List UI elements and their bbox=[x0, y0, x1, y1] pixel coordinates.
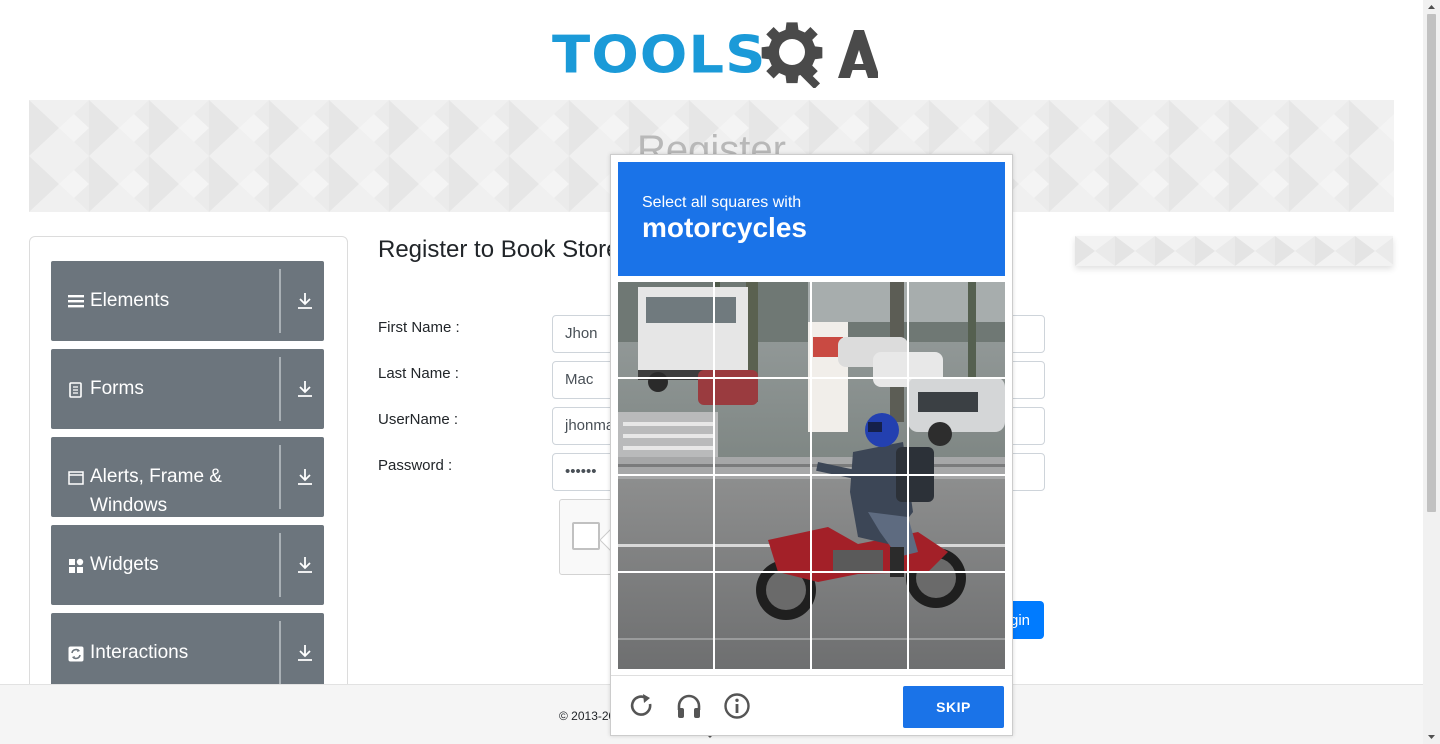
download-icon bbox=[298, 469, 312, 485]
skip-button[interactable]: SKIP bbox=[903, 686, 1004, 728]
first-name-label: First Name : bbox=[378, 319, 460, 336]
divider bbox=[279, 533, 281, 597]
challenge-image-grid bbox=[618, 282, 1005, 669]
scrollbar-thumb[interactable] bbox=[1427, 14, 1436, 512]
sidebar-group-alerts[interactable]: Alerts, Frame & Windows bbox=[51, 437, 324, 517]
challenge-prompt: Select all squares with bbox=[642, 194, 802, 211]
captcha-tile[interactable] bbox=[812, 573, 907, 668]
captcha-tile[interactable] bbox=[618, 379, 713, 474]
list-icon bbox=[68, 295, 84, 308]
page: TOOLS Register Elements Forms Alerts, Fr… bbox=[0, 0, 1440, 744]
captcha-tile[interactable] bbox=[715, 573, 810, 668]
ad-banner[interactable] bbox=[1075, 236, 1393, 266]
captcha-tile[interactable] bbox=[909, 476, 1004, 571]
info-icon[interactable] bbox=[723, 692, 751, 720]
sidebar-group-label: Elements bbox=[90, 290, 170, 311]
sidebar-group-label: Interactions bbox=[90, 642, 189, 663]
challenge-footer: SKIP bbox=[611, 675, 1012, 735]
captcha-tile[interactable] bbox=[812, 379, 907, 474]
sidebar-group-interactions[interactable]: Interactions bbox=[51, 613, 324, 693]
logo-qa-mark bbox=[761, 22, 878, 88]
sidebar-group-forms[interactable]: Forms bbox=[51, 349, 324, 429]
divider bbox=[279, 357, 281, 421]
sidebar-group-label: Forms bbox=[90, 378, 144, 399]
logo-text-tools: TOOLS bbox=[552, 25, 767, 86]
captcha-tile[interactable] bbox=[909, 282, 1004, 377]
download-icon bbox=[298, 381, 312, 397]
username-label: UserName : bbox=[378, 411, 459, 428]
scroll-down-arrow-icon[interactable] bbox=[1427, 733, 1436, 741]
captcha-tile[interactable] bbox=[715, 379, 810, 474]
interactions-icon bbox=[68, 646, 84, 662]
captcha-tile[interactable] bbox=[618, 573, 713, 668]
scroll-up-arrow-icon[interactable] bbox=[1427, 3, 1436, 11]
download-icon bbox=[298, 645, 312, 661]
divider bbox=[279, 269, 281, 333]
page-scrollbar[interactable] bbox=[1423, 0, 1440, 744]
ad-pattern bbox=[1075, 236, 1393, 266]
form-title: Register to Book Store bbox=[378, 236, 620, 263]
sidebar-group-elements[interactable]: Elements bbox=[51, 261, 324, 341]
download-icon bbox=[298, 293, 312, 309]
reload-icon[interactable] bbox=[628, 692, 656, 720]
password-label: Password : bbox=[378, 457, 453, 474]
window-icon bbox=[68, 471, 84, 485]
last-name-label: Last Name : bbox=[378, 365, 459, 382]
captcha-tile[interactable] bbox=[618, 282, 713, 377]
sidebar-group-label: Alerts, Frame & Windows bbox=[90, 466, 222, 516]
toolsqa-logo[interactable]: TOOLS bbox=[552, 14, 878, 90]
captcha-tile[interactable] bbox=[909, 573, 1004, 668]
challenge-header: Select all squares with motorcycles bbox=[618, 162, 1005, 276]
captcha-tile[interactable] bbox=[618, 476, 713, 571]
widgets-icon bbox=[69, 558, 84, 573]
sidebar-group-widgets[interactable]: Widgets bbox=[51, 525, 324, 605]
challenge-target: motorcycles bbox=[642, 212, 807, 243]
divider bbox=[279, 445, 281, 509]
download-icon bbox=[298, 557, 312, 573]
captcha-tile[interactable] bbox=[812, 476, 907, 571]
headphones-icon[interactable] bbox=[675, 692, 703, 720]
sidebar: Elements Forms Alerts, Frame & Windows W… bbox=[29, 236, 348, 706]
document-icon bbox=[69, 382, 82, 398]
captcha-tile[interactable] bbox=[715, 476, 810, 571]
recaptcha-checkbox[interactable] bbox=[572, 522, 600, 550]
captcha-tile[interactable] bbox=[715, 282, 810, 377]
sidebar-group-label: Widgets bbox=[90, 554, 159, 575]
recaptcha-challenge-dialog: Select all squares with motorcycles SKIP bbox=[610, 154, 1013, 736]
captcha-tile[interactable] bbox=[909, 379, 1004, 474]
divider bbox=[279, 621, 281, 685]
captcha-tile[interactable] bbox=[812, 282, 907, 377]
